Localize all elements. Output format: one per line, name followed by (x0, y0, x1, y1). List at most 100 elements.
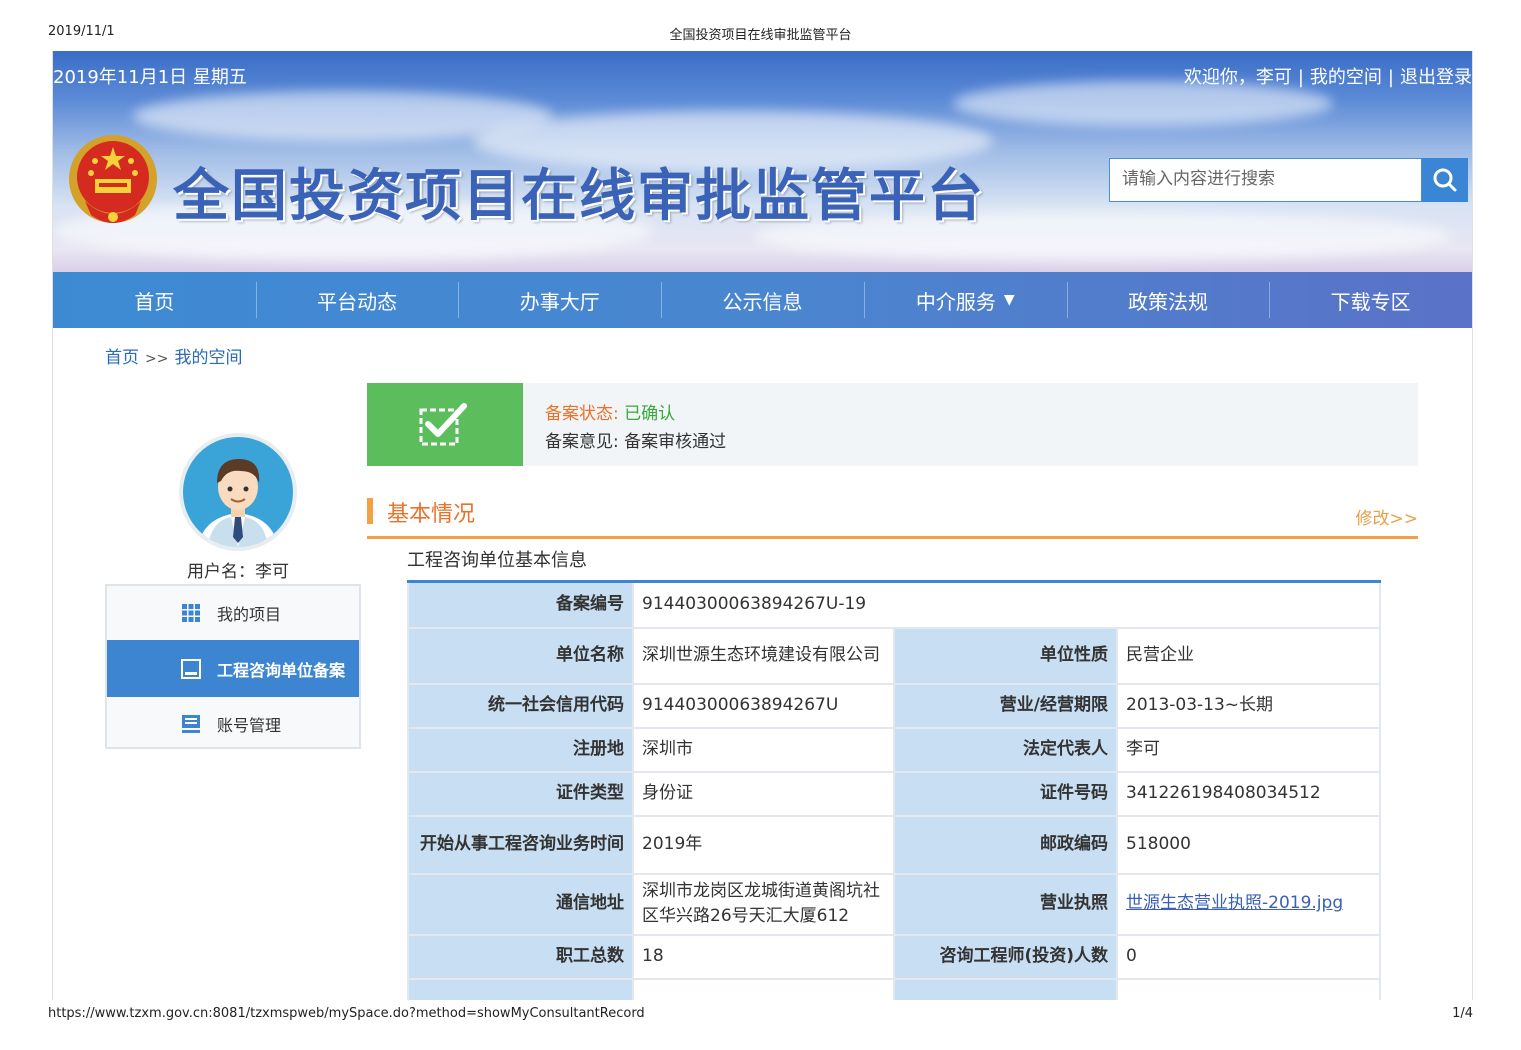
section-header: 基本情况 修改>> (367, 496, 1418, 539)
table-label: 职工总数 (407, 933, 634, 980)
nav-item-home[interactable]: 首页 (53, 272, 256, 328)
table-row: 注册地 深圳市 法定代表人 李可 (407, 726, 1382, 773)
table-label: 开始从事工程咨询业务时间 (407, 814, 634, 875)
logout-link[interactable]: 退出登录 (1400, 67, 1472, 88)
checkbox-checked-icon (419, 402, 467, 445)
filing-status-panel: 备案状态: 已确认 备案意见: 备案审核通过 (367, 383, 1418, 466)
breadcrumb: 首页 >> 我的空间 (105, 343, 242, 368)
nav-label: 下载专区 (1330, 289, 1411, 314)
info-table: 备案编号 91440300063894267U-19 单位名称 深圳世源生态环境… (407, 580, 1382, 1000)
table-label (893, 977, 1118, 1000)
nav-item-policy[interactable]: 政策法规 (1066, 272, 1270, 328)
table-label: 证件号码 (893, 770, 1118, 817)
table-label: 备案编号 (407, 580, 634, 629)
print-page-number: 1/4 (1452, 1006, 1473, 1021)
table-value: 2013-03-13~长期 (1115, 682, 1382, 729)
nav-item-agency-services[interactable]: 中介服务 ▼ (863, 272, 1067, 328)
table-value: 2019年 (632, 814, 895, 875)
avatar (179, 433, 297, 551)
table-row (407, 977, 1382, 1000)
separator: | (1387, 67, 1394, 88)
nav-item-downloads[interactable]: 下载专区 (1269, 272, 1472, 328)
table-row: 单位名称 深圳世源生态环境建设有限公司 单位性质 民营企业 (407, 626, 1382, 685)
breadcrumb-current[interactable]: 我的空间 (174, 348, 242, 368)
main-nav: 首页 平台动态 办事大厅 公示信息 中介服务 ▼ 政策法规 下载专区 (53, 272, 1472, 328)
table-value: 518000 (1115, 814, 1382, 875)
table-row: 通信地址 深圳市龙岗区龙城街道黄阁坑社区华兴路26号天汇大厦612 营业执照 世… (407, 872, 1382, 936)
print-title: 全国投资项目在线审批监管平台 (669, 28, 852, 43)
sidebar-item-account-management[interactable]: 账号管理 (107, 697, 359, 751)
filing-opinion-value: 备案审核通过 (624, 432, 727, 452)
table-label: 咨询工程师(投资)人数 (893, 933, 1118, 980)
table-value (1115, 977, 1382, 1000)
business-license-link[interactable]: 世源生态营业执照-2019.jpg (1126, 893, 1343, 913)
monitor-icon (182, 715, 200, 733)
sidebar-item-label: 我的项目 (217, 605, 282, 624)
nav-label: 公示信息 (722, 289, 803, 314)
welcome-text: 欢迎你，李可 (1183, 67, 1292, 88)
print-footer: https://www.tzxm.gov.cn:8081/tzxmspweb/m… (0, 1006, 1521, 1026)
nav-item-public-info[interactable]: 公示信息 (661, 272, 864, 328)
table-value: 身份证 (632, 770, 895, 817)
table-label: 邮政编码 (893, 814, 1118, 875)
sidebar-item-label: 账号管理 (217, 716, 282, 735)
filing-status-value: 已确认 (624, 404, 676, 424)
chevron-down-icon: ▼ (1003, 292, 1015, 308)
nav-label: 平台动态 (317, 289, 398, 314)
table-label: 统一社会信用代码 (407, 682, 634, 729)
table-label: 证件类型 (407, 770, 634, 817)
nav-label: 中介服务 (915, 289, 996, 314)
table-label: 通信地址 (407, 872, 634, 936)
current-date: 2019年11月1日 星期五 (53, 67, 247, 88)
breadcrumb-home[interactable]: 首页 (105, 348, 139, 368)
table-label: 单位性质 (893, 626, 1118, 685)
print-header: 2019/11/1 全国投资项目在线审批监管平台 (0, 24, 1521, 44)
username-label: 用户名：李可 (187, 562, 289, 582)
table-value: 深圳市龙岗区龙城街道黄阁坑社区华兴路26号天汇大厦612 (632, 872, 895, 936)
search-button[interactable] (1422, 158, 1468, 202)
sidebar-item-label: 工程咨询单位备案 (217, 660, 346, 680)
table-row: 备案编号 91440300063894267U-19 (407, 580, 1382, 629)
user-links: 欢迎你，李可 | 我的空间 | 退出登录 (1184, 63, 1472, 89)
filing-status-label: 备案状态: (545, 404, 619, 424)
site-title: 全国投资项目在线审批监管平台 (173, 164, 985, 229)
search-icon (1433, 168, 1457, 192)
nav-label: 首页 (134, 289, 175, 314)
user-avatar-icon (183, 437, 293, 547)
filing-opinion-line: 备案意见: 备案审核通过 (545, 427, 726, 452)
table-value: 91440300063894267U (632, 682, 895, 729)
page-frame: 2019年11月1日 星期五 欢迎你，李可 | 我的空间 | 退出登录 全国投资项目在线… (52, 51, 1473, 1000)
nav-item-service-hall[interactable]: 办事大厅 (458, 272, 661, 328)
national-emblem-icon (69, 135, 157, 223)
table-value: 李可 (1115, 726, 1382, 773)
table-value: 深圳世源生态环境建设有限公司 (632, 626, 895, 685)
table-row: 证件类型 身份证 证件号码 341226198408034512 (407, 770, 1382, 817)
status-icon-box (367, 383, 523, 466)
table-label (407, 977, 634, 1000)
header-banner: 2019年11月1日 星期五 欢迎你，李可 | 我的空间 | 退出登录 全国投资项目在线… (53, 51, 1472, 272)
search-input[interactable] (1110, 159, 1424, 199)
section-accent-bar (367, 498, 373, 524)
filing-status-line: 备案状态: 已确认 (545, 399, 675, 424)
print-url: https://www.tzxm.gov.cn:8081/tzxmspweb/m… (48, 1006, 645, 1021)
my-space-link[interactable]: 我的空间 (1310, 67, 1382, 88)
filing-opinion-label: 备案意见: (545, 432, 619, 452)
edit-link[interactable]: 修改>> (1356, 504, 1419, 529)
table-value: 91440300063894267U-19 (631, 580, 1382, 629)
sidebar-item-consultant-filing[interactable]: 工程咨询单位备案 (107, 640, 359, 697)
table-label: 营业执照 (893, 872, 1118, 936)
nav-label: 政策法规 (1127, 289, 1208, 314)
separator: | (1297, 67, 1304, 88)
nav-item-platform-news[interactable]: 平台动态 (255, 272, 459, 328)
table-label: 营业/经营期限 (893, 682, 1118, 729)
table-value: 341226198408034512 (1115, 770, 1382, 817)
table-label: 法定代表人 (893, 726, 1118, 773)
section-subtitle: 工程咨询单位基本信息 (407, 550, 587, 571)
grid-icon (182, 604, 200, 622)
table-value: 0 (1115, 933, 1382, 980)
table-value: 18 (632, 933, 895, 980)
side-menu: 我的项目 工程咨询单位备案 账号管理 (105, 584, 361, 749)
section-title: 基本情况 (387, 502, 476, 527)
table-value: 民营企业 (1115, 626, 1382, 685)
sidebar-item-my-projects[interactable]: 我的项目 (107, 586, 359, 640)
